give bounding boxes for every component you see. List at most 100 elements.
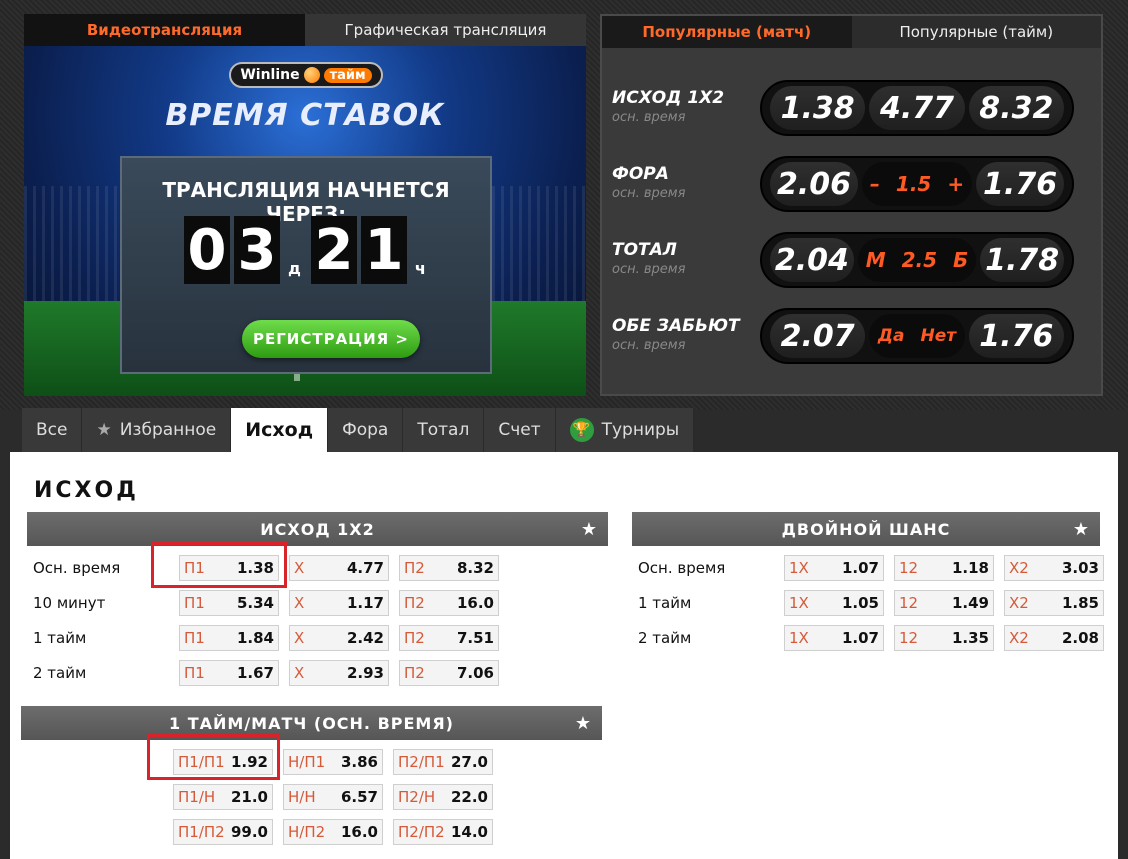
odds-cell[interactable]: П2 8.32 (399, 555, 499, 581)
odds-cell[interactable]: П2 16.0 (399, 590, 499, 616)
handicap-value: – 1.5 + (861, 162, 973, 206)
double-chance-header: ДВОЙНОЙ ШАНС ★ (632, 512, 1100, 546)
odds-cell[interactable]: П1 1.84 (179, 625, 279, 651)
odds-value: 2.93 (346, 664, 384, 682)
tab-favorites[interactable]: ★ Избранное (82, 408, 232, 452)
popular-row-handicap: ФОРА осн. время 2.06 – 1.5 + 1.76 (612, 156, 1092, 216)
odd-right[interactable]: 1.78 (980, 238, 1064, 282)
tab-total[interactable]: Тотал (403, 408, 485, 452)
favorite-star-icon[interactable]: ★ (581, 519, 598, 540)
odds-value: 21.0 (230, 788, 268, 806)
ball-icon (303, 67, 320, 83)
under-label: М (865, 248, 886, 272)
no-label: Нет (920, 326, 957, 346)
odds-cell[interactable]: 12 1.35 (894, 625, 994, 651)
odds-cell[interactable]: 12 1.18 (894, 555, 994, 581)
odds-cell[interactable]: 12 1.49 (894, 590, 994, 616)
popular-label: ИСХОД 1Х2 осн. время (612, 88, 760, 125)
odds-cell[interactable]: Н/П2 16.0 (283, 819, 383, 845)
odd-left[interactable]: 2.04 (770, 238, 854, 282)
outcome-code: 1Х (789, 594, 809, 612)
total-value: М 2.5 Б (857, 238, 977, 282)
row-label: 2 тайм (33, 664, 87, 682)
odds-value: 99.0 (230, 823, 268, 841)
odds-cell[interactable]: П2/П2 14.0 (393, 819, 493, 845)
odds-cell[interactable]: П2/Н 22.0 (393, 784, 493, 810)
row-label: 10 минут (33, 594, 106, 612)
odds-cell[interactable]: Х2 2.08 (1004, 625, 1104, 651)
odds-cell[interactable]: 1Х 1.07 (784, 555, 884, 581)
odd-right[interactable]: 1.76 (976, 162, 1065, 206)
odds-value: 14.0 (450, 823, 488, 841)
outcome-code: Н/П2 (288, 823, 326, 841)
tab-handicap[interactable]: Фора (328, 408, 404, 452)
outcome-code: П2/Н (398, 788, 436, 806)
total-line: 2.5 (901, 248, 938, 272)
odds-value: 2.42 (346, 629, 384, 647)
odds-value: 1.67 (236, 664, 274, 682)
odd-left[interactable]: 1.38 (770, 86, 866, 130)
odds-cell[interactable]: Х 1.17 (289, 590, 389, 616)
odds-cell[interactable]: П1 5.34 (179, 590, 279, 616)
odds-value: 7.06 (456, 664, 494, 682)
market-title: ДВОЙНОЙ ШАНС (781, 519, 951, 539)
odds-cell[interactable]: Х2 3.03 (1004, 555, 1104, 581)
tab-popular-half[interactable]: Популярные (тайм) (851, 16, 1101, 48)
popular-tabs: Популярные (матч) Популярные (тайм) (602, 16, 1101, 48)
odd-left[interactable]: 2.06 (770, 162, 858, 206)
register-button[interactable]: РЕГИСТРАЦИЯ > (242, 320, 420, 358)
odds-value: 1.17 (346, 594, 384, 612)
odds-cell[interactable]: П1 1.67 (179, 660, 279, 686)
markets-content: ИСХОД ИСХОД 1Х2 ★ Осн. время П1 1.38 Х 4.77 П… (10, 452, 1118, 859)
market-name: ФОРА (612, 164, 669, 184)
odds-cell[interactable]: 1Х 1.07 (784, 625, 884, 651)
odds-cell[interactable]: П1/Н 21.0 (173, 784, 273, 810)
odds-cell[interactable]: П2 7.06 (399, 660, 499, 686)
odds-value: 1.07 (841, 559, 879, 577)
odd-mid[interactable]: 4.77 (869, 86, 965, 130)
outcome-code: П1 (184, 629, 205, 647)
favorite-star-icon[interactable]: ★ (1073, 519, 1090, 540)
favorite-star-icon[interactable]: ★ (575, 713, 592, 734)
tab-tournaments[interactable]: 🏆 Турниры (555, 408, 695, 452)
tab-score[interactable]: Счет (484, 408, 556, 452)
odds-cell[interactable]: Х 4.77 (289, 555, 389, 581)
outcome-code: 1Х (789, 629, 809, 647)
odds-value: 8.32 (456, 559, 494, 577)
odds-cell[interactable]: Н/Н 6.57 (283, 784, 383, 810)
outcome-code: Х (294, 664, 305, 682)
odds-cell[interactable]: Х 2.93 (289, 660, 389, 686)
odd-right[interactable]: 8.32 (968, 86, 1064, 130)
outcome-code: Х (294, 559, 305, 577)
odds-row: 1 тайм 1Х 1.05 12 1.49 Х2 1.85 (638, 590, 1114, 616)
odds-row: 2 тайм 1Х 1.07 12 1.35 Х2 2.08 (638, 625, 1114, 651)
odds-pill: 2.04 М 2.5 Б 1.78 (760, 232, 1074, 288)
tab-label: Все (36, 420, 68, 440)
tab-outcome[interactable]: Исход (231, 408, 329, 452)
days-unit: д (288, 259, 301, 278)
tab-all[interactable]: Все (22, 408, 83, 452)
tab-popular-match[interactable]: Популярные (матч) (602, 16, 852, 48)
outcome-code: П2 (404, 559, 425, 577)
odds-row: Осн. время 1Х 1.07 12 1.18 Х2 3.03 (638, 555, 1114, 581)
odds-cell[interactable]: П1/П2 99.0 (173, 819, 273, 845)
odds-cell[interactable]: Н/П1 3.86 (283, 749, 383, 775)
brand-logo: Winline тайм (229, 62, 383, 88)
odd-right[interactable]: 1.76 (968, 314, 1064, 358)
tab-graphic-stream[interactable]: Графическая трансляция (305, 14, 586, 46)
odds-value: 2.08 (1061, 629, 1099, 647)
popular-label: ТОТАЛ осн. время (612, 240, 760, 277)
outcome-code: 12 (899, 559, 919, 577)
odd-left[interactable]: 2.07 (770, 314, 866, 358)
odds-cell[interactable]: Х 2.42 (289, 625, 389, 651)
tab-video-stream[interactable]: Видеотрансляция (24, 14, 305, 46)
odds-cell[interactable]: П2 7.51 (399, 625, 499, 651)
odds-cell[interactable]: Х2 1.85 (1004, 590, 1104, 616)
odds-cell[interactable]: П2/П1 27.0 (393, 749, 493, 775)
odds-value: 16.0 (340, 823, 378, 841)
video-screen: Winline тайм ВРЕМЯ СТАВОК ТРАНСЛЯЦИЯ НАЧ… (24, 46, 586, 396)
popular-label: ОБЕ ЗАБЬЮТ осн. время (612, 316, 760, 353)
minus-sign: – (869, 172, 880, 196)
odds-row: 1 тайм П1 1.84 Х 2.42 П2 7.51 (33, 625, 509, 651)
odds-cell[interactable]: 1Х 1.05 (784, 590, 884, 616)
